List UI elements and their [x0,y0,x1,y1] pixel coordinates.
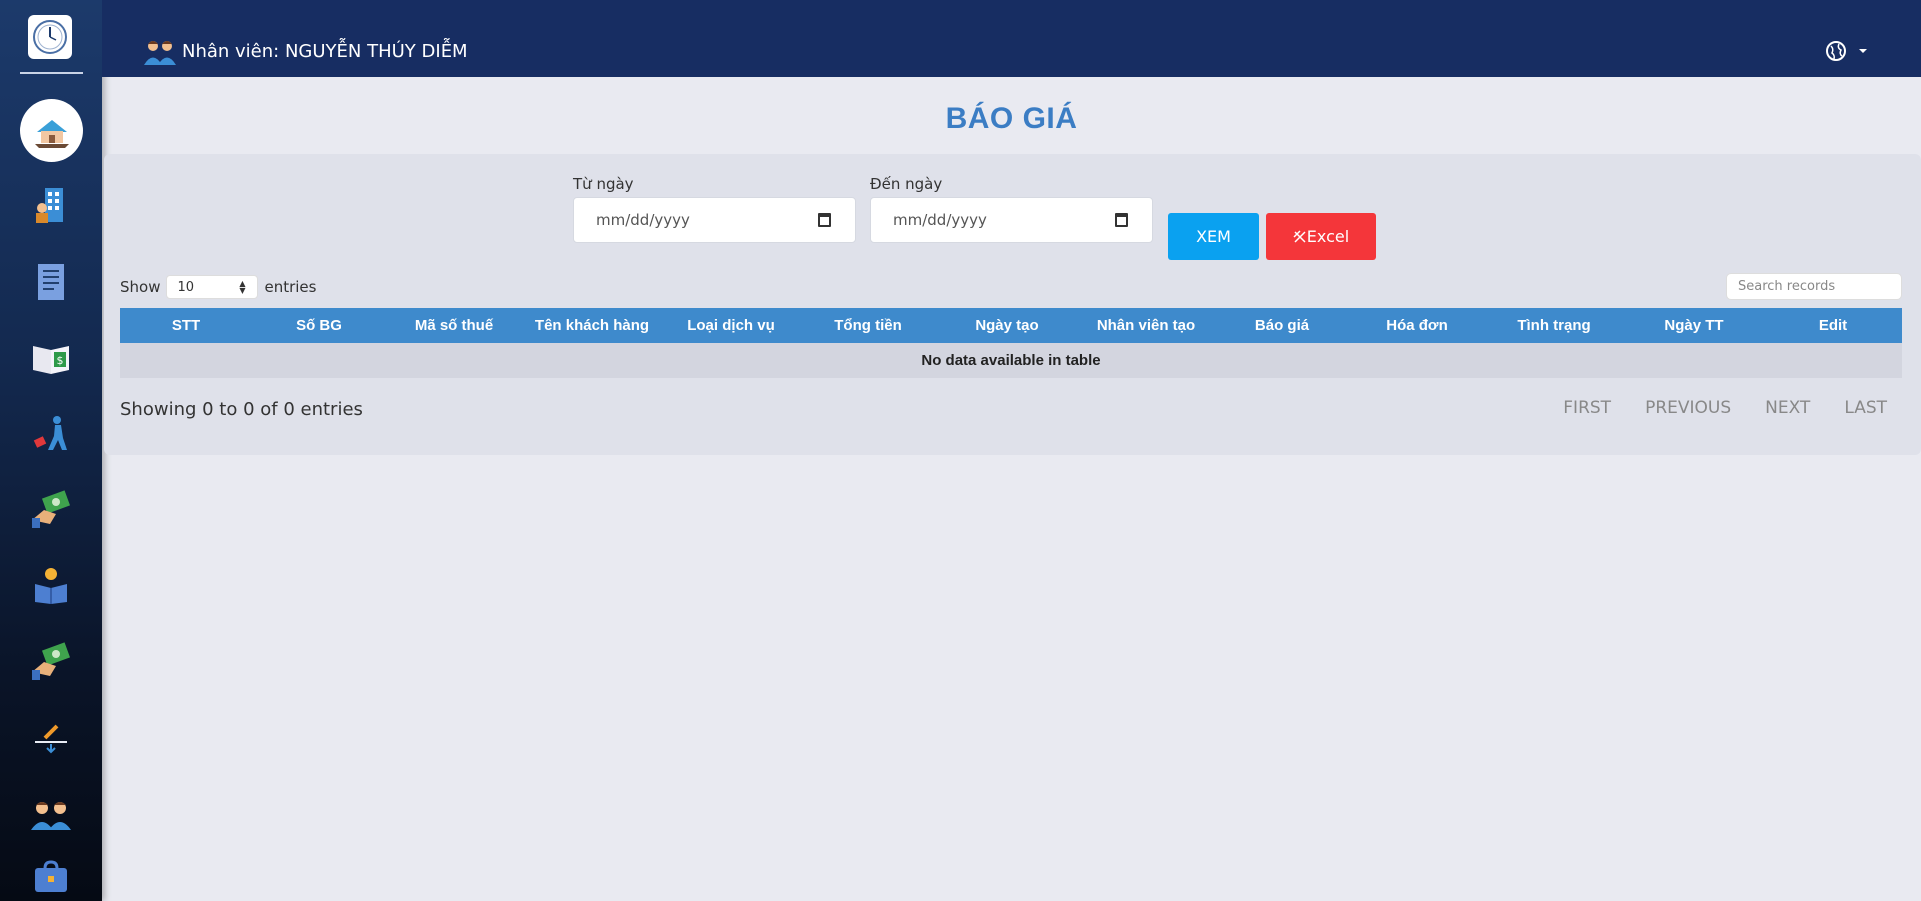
sidebar-divider [20,72,83,74]
sidebar-item-pricing[interactable]: $ [28,335,74,381]
sidebar-item-home[interactable] [20,99,83,162]
column-header[interactable]: Số BG [252,317,386,334]
from-date-value: mm/dd/yyyy [596,211,690,229]
sidebar-item-revenue[interactable] [28,487,74,533]
column-header[interactable]: Tổng tiền [800,317,936,334]
payment-icon [32,642,71,680]
staff-walk-icon [33,416,67,450]
table-info: Showing 0 to 0 of 0 entries [120,399,363,420]
calendar-icon[interactable] [818,213,831,227]
language-dropdown[interactable] [1825,40,1867,62]
excel-export-button[interactable]: Excel [1266,213,1376,260]
pagination-last[interactable]: LAST [1844,398,1887,418]
signature-icon [35,724,67,754]
user-label: Nhân viên: NGUYỄN THÚY DIỄM [182,40,468,62]
to-date-input[interactable]: mm/dd/yyyy [870,197,1153,243]
search-placeholder: Search records [1738,279,1836,294]
column-header[interactable]: Nhân viên tạo [1078,317,1214,334]
empty-table-row: No data available in table [120,343,1902,378]
from-date-input[interactable]: mm/dd/yyyy [573,197,856,243]
column-header[interactable]: Ngày tạo [936,317,1078,334]
entries-label: entries [264,278,317,296]
column-header[interactable]: Hóa đơn [1350,317,1484,334]
from-date-label: Từ ngày [573,175,634,193]
sidebar-item-customers[interactable] [28,563,74,609]
page-size-value: 10 [177,279,195,295]
sidebar-item-signature[interactable] [28,715,74,761]
column-header[interactable]: Loại dịch vụ [662,317,800,334]
pagination-next[interactable]: NEXT [1765,398,1810,418]
view-button[interactable]: XEM [1168,213,1259,260]
sidebar-item-staff[interactable] [28,411,74,457]
to-date-value: mm/dd/yyyy [893,211,987,229]
globe-icon [1826,41,1846,61]
pagination-previous[interactable]: PREVIOUS [1645,398,1731,418]
top-header: Nhân viên: NGUYỄN THÚY DIỄM [102,0,1921,77]
sidebar-item-users[interactable] [28,791,74,837]
excel-button-label: Excel [1306,227,1350,246]
document-icon [38,264,64,300]
calendar-icon[interactable] [1115,213,1128,227]
column-header[interactable]: Tình trạng [1484,317,1624,334]
page-size-control: Show 10 ▲ ▼ entries [120,275,316,299]
column-header[interactable]: Mã số thuế [386,317,522,334]
sidebar-item-tools[interactable] [28,855,74,901]
money-hand-icon [32,490,71,528]
sidebar-item-payments[interactable] [28,639,74,685]
page-title: BÁO GIÁ [945,102,1078,135]
page-size-select[interactable]: 10 ▲ ▼ [166,275,259,299]
search-input[interactable]: Search records [1726,273,1902,300]
svg-text:$: $ [57,354,64,367]
column-header[interactable]: STT [120,317,252,334]
column-header[interactable]: Tên khách hàng [522,317,662,334]
column-header[interactable]: Báo giá [1214,317,1350,334]
users-icon [144,41,176,65]
reader-icon [35,568,67,604]
column-header[interactable]: Edit [1764,317,1902,334]
show-label: Show [120,278,161,296]
excel-icon [1293,229,1306,243]
table-header: STT Số BG Mã số thuế Tên khách hàng Loại… [120,308,1902,343]
spinner-icon: ▲ ▼ [239,279,246,295]
clock-logo-icon[interactable] [28,15,72,59]
toolbox-icon [35,860,67,892]
pagination: FIRST PREVIOUS NEXT LAST [1563,398,1921,418]
home-icon [34,119,69,148]
sidebar: $ [0,0,102,901]
to-date-label: Đến ngày [870,175,943,193]
pagination-first[interactable]: FIRST [1563,398,1611,418]
column-header[interactable]: Ngày TT [1624,317,1764,334]
sidebar-item-company[interactable] [28,183,74,229]
chevron-down-icon [1859,49,1867,53]
sidebar-item-documents[interactable] [28,259,74,305]
quote-panel: Từ ngày mm/dd/yyyy Đến ngày mm/dd/yyyy X… [104,154,1921,455]
building-icon [36,188,63,223]
current-user: Nhân viên: NGUYỄN THÚY DIỄM [142,36,468,66]
price-book-icon: $ [33,346,69,374]
users-icon [31,802,71,830]
